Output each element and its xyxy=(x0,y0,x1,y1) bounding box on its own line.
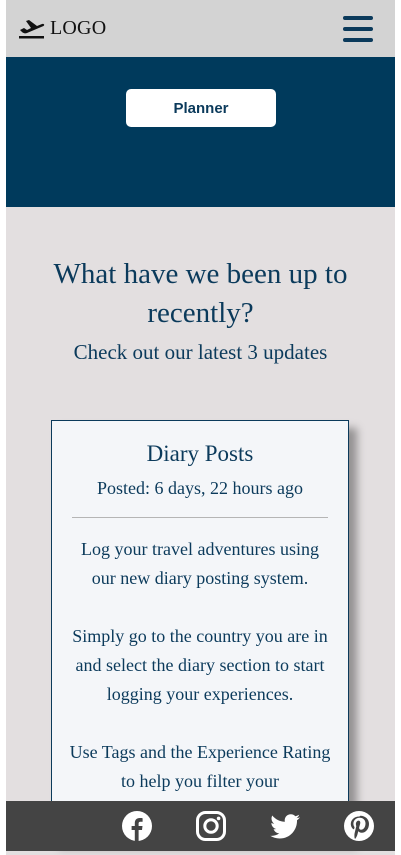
hamburger-menu-icon[interactable] xyxy=(343,15,373,42)
twitter-icon[interactable] xyxy=(269,810,301,842)
updates-heading: What have we been up to recently? xyxy=(53,258,348,329)
diary-posts-card: Diary Posts Posted: 6 days, 22 hours ago… xyxy=(51,420,349,840)
card-divider xyxy=(72,517,328,518)
updates-subheading: Check out our latest 3 updates xyxy=(73,340,328,364)
social-bar xyxy=(6,801,395,851)
instagram-icon[interactable] xyxy=(195,810,227,842)
hamburger-bar xyxy=(343,26,373,31)
card-body: Log your travel adventures using our new… xyxy=(68,535,332,825)
facebook-icon[interactable] xyxy=(121,810,153,842)
top-navbar: LOGO xyxy=(6,0,395,57)
plane-icon xyxy=(19,19,45,38)
page-background: Planner What have we been up to recently… xyxy=(6,0,395,855)
card-paragraph: Simply go to the country you are in and … xyxy=(72,626,328,704)
logo[interactable]: LOGO xyxy=(18,17,106,40)
card-paragraph: Use Tags and the Experience Rating to he… xyxy=(69,742,331,791)
card-posted-date: Posted: 6 days, 22 hours ago xyxy=(97,478,303,498)
planner-button[interactable]: Planner xyxy=(126,89,276,127)
hamburger-bar xyxy=(343,15,373,20)
hamburger-bar xyxy=(343,37,373,42)
card-title: Diary Posts xyxy=(146,441,254,466)
logo-text: LOGO xyxy=(50,17,107,39)
pinterest-icon[interactable] xyxy=(343,810,375,842)
card-paragraph: Log your travel adventures using our new… xyxy=(81,539,319,588)
